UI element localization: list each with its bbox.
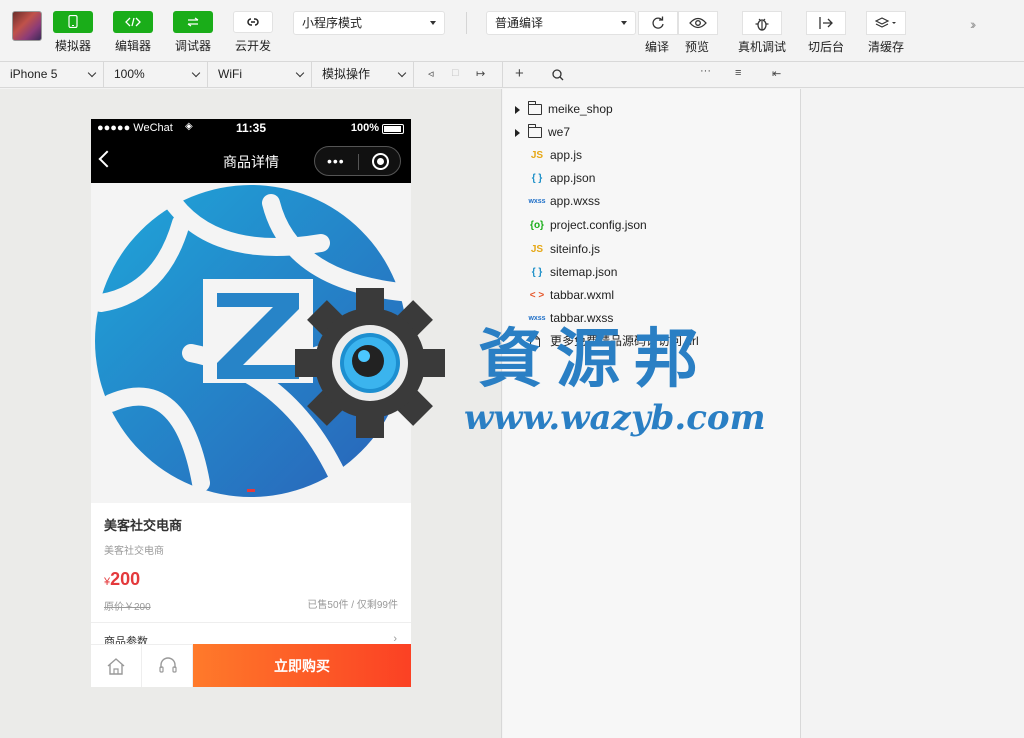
remote-debug-button[interactable] [742, 11, 782, 35]
clear-cache-button[interactable] [866, 11, 906, 35]
close-miniprogram-icon[interactable] [372, 153, 389, 170]
home-icon [107, 658, 125, 675]
js-file-icon: JS [530, 244, 544, 255]
phone-screen: ●●●●● WeChat ◈ 11:35 100% 商品详情 ••• 美客社交电… [91, 119, 411, 687]
buy-now-button[interactable]: 立即购买 [193, 644, 411, 687]
toolbar-divider [466, 12, 467, 34]
caret-down-icon [621, 21, 627, 25]
sales-info: 已售50件 / 仅剩99件 [307, 600, 398, 611]
status-bar: ●●●●● WeChat ◈ 11:35 100% [91, 119, 411, 139]
code-icon [113, 11, 153, 33]
network-select[interactable]: WiFi [208, 62, 312, 88]
detach-icon[interactable]: ↦ [476, 67, 485, 80]
chevron-down-icon [87, 68, 97, 78]
switch-back-icon [819, 17, 833, 29]
tree-file[interactable]: JS siteinfo.js [503, 238, 801, 261]
more-icon[interactable]: ··· [700, 65, 711, 77]
cloud-dev-button[interactable]: 云开发 [223, 11, 283, 54]
pane-divider [502, 62, 503, 88]
search-icon[interactable] [552, 69, 564, 81]
js-file-icon: JS [530, 150, 544, 161]
more-dots-icon[interactable]: ••• [327, 153, 345, 169]
tree-file[interactable]: { } app.json [503, 167, 801, 190]
tree-file[interactable]: JS app.js [503, 144, 801, 167]
home-button[interactable] [91, 645, 142, 687]
add-file-icon[interactable]: + [515, 65, 524, 82]
simulator-subbar: iPhone 5 100% WiFi 模拟操作 ◃ □ ↦ + ··· ≡ ⇤ [0, 62, 1024, 88]
battery-icon [382, 124, 404, 134]
product-image[interactable] [91, 183, 411, 503]
editor-pane [802, 89, 1024, 738]
nav-bar: 商品详情 ••• [91, 139, 411, 183]
caret-down-icon [430, 21, 436, 25]
simulate-operation-select[interactable]: 模拟操作 [312, 62, 414, 88]
folder-icon [528, 124, 542, 138]
eye-icon [689, 17, 707, 29]
tree-folder-meike-shop[interactable]: meike_shop [503, 98, 801, 121]
refresh-icon [652, 16, 664, 29]
window-icon[interactable]: □ [452, 67, 459, 79]
product-logo-image [92, 183, 411, 497]
chevron-down-icon [295, 68, 305, 78]
bottom-action-bar: 立即购买 [91, 644, 411, 687]
tree-file[interactable]: 更多免费精品源码请访问.url [503, 330, 801, 353]
wxml-file-icon: < > [529, 290, 545, 301]
device-select[interactable]: iPhone 5 [0, 62, 104, 88]
product-price: ¥200 [104, 569, 141, 589]
preview-button[interactable] [678, 11, 718, 35]
folder-icon [528, 101, 542, 115]
tree-file[interactable]: < > tabbar.wxml [503, 284, 801, 307]
expand-toolbar-icon[interactable]: ›› [970, 16, 977, 32]
chevron-down-icon [397, 68, 407, 78]
layers-icon [874, 17, 896, 28]
tree-file[interactable]: {o} project.config.json [503, 214, 801, 237]
collapse-sidebar-icon[interactable]: ⇤ [772, 67, 781, 80]
product-subtitle: 美客社交电商 [104, 546, 164, 557]
compile-mode-select[interactable]: 普通编译 [486, 11, 636, 35]
file-icon [530, 335, 540, 347]
phone-icon [53, 11, 93, 33]
volume-icon[interactable]: ◃ [428, 67, 434, 80]
editor-toggle-button[interactable]: 编辑器 [103, 11, 163, 54]
product-info: 美客社交电商 美客社交电商 ¥200 原价￥200 已售50件 / 仅剩99件 [91, 503, 411, 613]
expand-arrow-icon[interactable] [515, 129, 520, 137]
collapse-icon[interactable]: ≡ [735, 67, 741, 79]
tree-file[interactable]: wxss app.wxss [503, 190, 801, 213]
config-file-icon: {o} [530, 220, 544, 231]
product-title: 美客社交电商 [104, 518, 183, 533]
debugger-toggle-button[interactable]: 调试器 [163, 11, 223, 54]
capsule-menu[interactable]: ••• [314, 146, 401, 176]
expand-arrow-icon[interactable] [515, 106, 520, 114]
mode-select[interactable]: 小程序模式 [293, 11, 445, 35]
headset-icon [159, 657, 177, 673]
user-avatar[interactable] [12, 11, 42, 41]
json-file-icon: { } [531, 267, 543, 278]
customer-service-button[interactable] [142, 645, 193, 687]
debug-arrows-icon [173, 11, 213, 33]
wxss-file-icon: wxss [528, 198, 546, 205]
main-toolbar: 模拟器 编辑器 调试器 云开发 小程序模式 普通编译 编译 预览 真机调试 切后… [0, 0, 1024, 62]
simulator-toggle-button[interactable]: 模拟器 [43, 11, 103, 54]
tree-folder-we7[interactable]: we7 [503, 121, 801, 144]
tree-file[interactable]: { } sitemap.json [503, 261, 801, 284]
wxss-file-icon: wxss [528, 315, 546, 322]
json-file-icon: { } [531, 173, 543, 184]
switch-background-button[interactable] [806, 11, 846, 35]
bug-icon [755, 18, 769, 31]
cloud-link-icon [233, 11, 273, 33]
tree-file[interactable]: wxss tabbar.wxss [503, 307, 801, 330]
original-price: 原价￥200 [104, 602, 151, 613]
compile-button[interactable] [638, 11, 678, 35]
chevron-down-icon [191, 68, 201, 78]
simulator-pane: ●●●●● WeChat ◈ 11:35 100% 商品详情 ••• 美客社交电… [0, 89, 502, 738]
zoom-select[interactable]: 100% [104, 62, 208, 88]
file-explorer: meike_shop we7 JS app.js { } app.json wx… [503, 89, 801, 738]
